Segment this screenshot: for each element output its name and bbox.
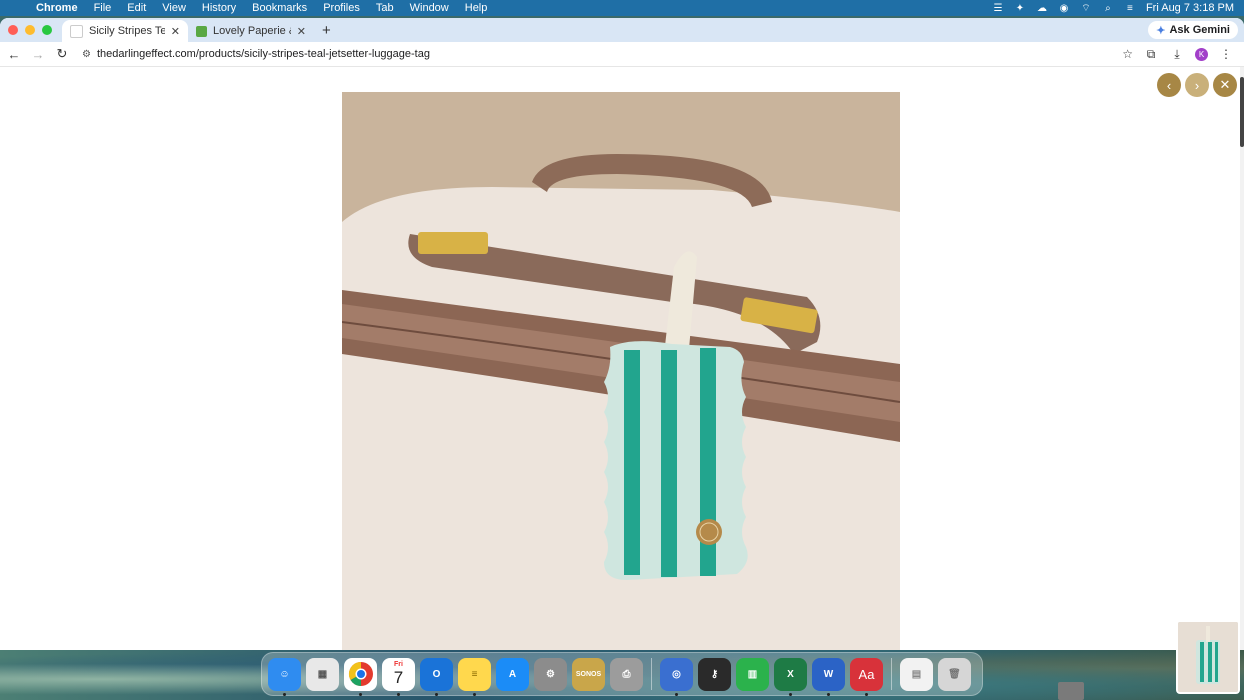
trash-icon[interactable]: 🗑 — [938, 657, 971, 691]
browser-window: Sicily Stripes Teal Jetsetter L ✕ Lovely… — [0, 18, 1244, 650]
stage-manager-icon[interactable]: ☰ — [992, 3, 1004, 14]
new-tab-button[interactable]: + — [314, 20, 339, 42]
tab-title: Sicily Stripes Teal Jetsetter L — [89, 25, 165, 37]
dock: ☺ ▦ Fri 7 O ≡ A ⚙ SONOS ⎙ ◎ ⚷ ▥ X W Aa ▤… — [261, 652, 983, 696]
running-indicator — [283, 692, 286, 696]
word-icon[interactable]: W — [812, 657, 845, 696]
tab-lovely-paperie[interactable]: Lovely Paperie & Gifts - Produ ✕ — [188, 20, 314, 42]
running-indicator — [473, 692, 476, 696]
browser-toolbar: ← → ↻ ⚙ thedarlingeffect.com/products/si… — [0, 42, 1244, 66]
status-area: ☰ ✦ ☁ ◉ ⌔ ⌕ ≡ Fri Aug 7 3:18 PM — [992, 2, 1244, 14]
zoom-window-button[interactable] — [42, 25, 52, 35]
favicon-icon — [70, 24, 83, 38]
launchpad-icon[interactable]: ▦ — [306, 657, 339, 691]
address-bar[interactable]: ⚙ thedarlingeffect.com/products/sicily-s… — [76, 44, 1139, 64]
extensions-icon[interactable]: ⧉ — [1143, 46, 1159, 62]
more-menu-icon[interactable]: ⋮ — [1218, 46, 1234, 62]
downloads-icon[interactable]: ⤓ — [1169, 46, 1185, 62]
reload-button[interactable]: ↻ — [52, 44, 72, 64]
back-button[interactable]: ← — [4, 44, 24, 64]
menu-clock[interactable]: Fri Aug 7 3:18 PM — [1146, 2, 1234, 14]
page-content: ‹ › ✕ — [0, 66, 1244, 650]
sonos-icon[interactable]: SONOS — [572, 657, 605, 691]
menu-view[interactable]: View — [154, 0, 194, 16]
tab-close-icon[interactable]: ✕ — [297, 25, 306, 38]
files-stack-icon[interactable]: ▤ — [900, 657, 933, 691]
profile-avatar[interactable]: K — [1195, 47, 1208, 61]
ask-gemini-label: Ask Gemini — [1169, 24, 1230, 36]
app-store-icon[interactable]: A — [496, 657, 529, 691]
menu-file[interactable]: File — [86, 0, 120, 16]
screenshot-thumbnail[interactable] — [1176, 620, 1240, 694]
running-indicator — [865, 692, 868, 696]
printer-icon[interactable]: ⎙ — [610, 657, 643, 691]
forward-button[interactable]: → — [28, 44, 48, 64]
wifi-icon[interactable]: ⌔ — [1080, 3, 1092, 14]
bookmark-star-icon[interactable]: ☆ — [1122, 47, 1133, 61]
toolbar-actions: ⧉ ⤓ K ⋮ — [1143, 46, 1240, 62]
cloud-icon[interactable]: ☁ — [1036, 3, 1048, 14]
numbers-icon[interactable]: ▥ — [736, 657, 769, 691]
calendar-date-label: 7 — [393, 668, 404, 687]
menu-tab[interactable]: Tab — [368, 0, 402, 16]
product-image[interactable] — [342, 92, 900, 650]
shopify-favicon-icon — [196, 25, 207, 37]
page-scrollbar[interactable] — [1240, 67, 1244, 650]
spotlight-search-icon[interactable]: ⌕ — [1102, 3, 1114, 14]
gemini-sparkle-icon: ✦ — [1156, 24, 1166, 37]
url-text[interactable]: thedarlingeffect.com/products/sicily-str… — [97, 48, 1116, 60]
ask-gemini-button[interactable]: ✦ Ask Gemini — [1148, 21, 1238, 39]
chevron-right-icon[interactable]: › — [1185, 73, 1209, 97]
tab-sicily-stripes[interactable]: Sicily Stripes Teal Jetsetter L ✕ — [62, 20, 188, 42]
menu-profiles[interactable]: Profiles — [315, 0, 368, 16]
site-settings-icon[interactable]: ⚙ — [82, 49, 91, 60]
dock-separator — [651, 658, 652, 690]
scrollbar-thumb[interactable] — [1240, 77, 1244, 147]
notes-icon[interactable]: ≡ — [458, 657, 491, 696]
ai-assistant-icon[interactable]: ◎ — [660, 657, 693, 696]
tab-strip: Sicily Stripes Teal Jetsetter L ✕ Lovely… — [0, 18, 1244, 42]
window-controls — [0, 18, 62, 42]
minimize-window-button[interactable] — [25, 25, 35, 35]
running-indicator — [397, 692, 400, 696]
outlook-icon[interactable]: O — [420, 657, 453, 696]
finder-icon[interactable]: ☺ — [268, 657, 301, 696]
menu-history[interactable]: History — [194, 0, 244, 16]
menu-app-name[interactable]: Chrome — [28, 0, 86, 16]
keychain-icon[interactable]: ⚷ — [698, 657, 731, 691]
tab-title: Lovely Paperie & Gifts - Produ — [213, 25, 291, 37]
menu-bookmarks[interactable]: Bookmarks — [244, 0, 315, 16]
calendar-icon[interactable]: Fri 7 — [382, 657, 415, 696]
excel-icon[interactable]: X — [774, 657, 807, 696]
desktop-file-icon[interactable] — [1058, 682, 1084, 700]
control-center-icon[interactable]: ≡ — [1124, 3, 1136, 14]
user-icon[interactable]: ◉ — [1058, 3, 1070, 14]
close-window-button[interactable] — [8, 25, 18, 35]
running-indicator — [827, 692, 830, 696]
menu-edit[interactable]: Edit — [119, 0, 154, 16]
dictionary-label: Aa — [858, 666, 875, 682]
gallery-controls: ‹ › ✕ — [1157, 73, 1237, 97]
running-indicator — [789, 692, 792, 696]
sonos-label: SONOS — [575, 670, 602, 678]
tab-close-icon[interactable]: ✕ — [171, 25, 180, 38]
chevron-left-icon[interactable]: ‹ — [1157, 73, 1181, 97]
chrome-icon[interactable] — [344, 657, 377, 696]
close-icon[interactable]: ✕ — [1213, 73, 1237, 97]
running-indicator — [435, 692, 438, 696]
menu-help[interactable]: Help — [457, 0, 496, 16]
running-indicator — [359, 692, 362, 696]
menu-bar: Chrome File Edit View History Bookmarks … — [0, 0, 1244, 16]
dictionary-icon[interactable]: Aa — [850, 657, 883, 696]
menu-window[interactable]: Window — [402, 0, 457, 16]
app-status-icon[interactable]: ✦ — [1014, 3, 1026, 14]
running-indicator — [675, 692, 678, 696]
dock-separator — [891, 658, 892, 690]
system-settings-icon[interactable]: ⚙ — [534, 657, 567, 691]
